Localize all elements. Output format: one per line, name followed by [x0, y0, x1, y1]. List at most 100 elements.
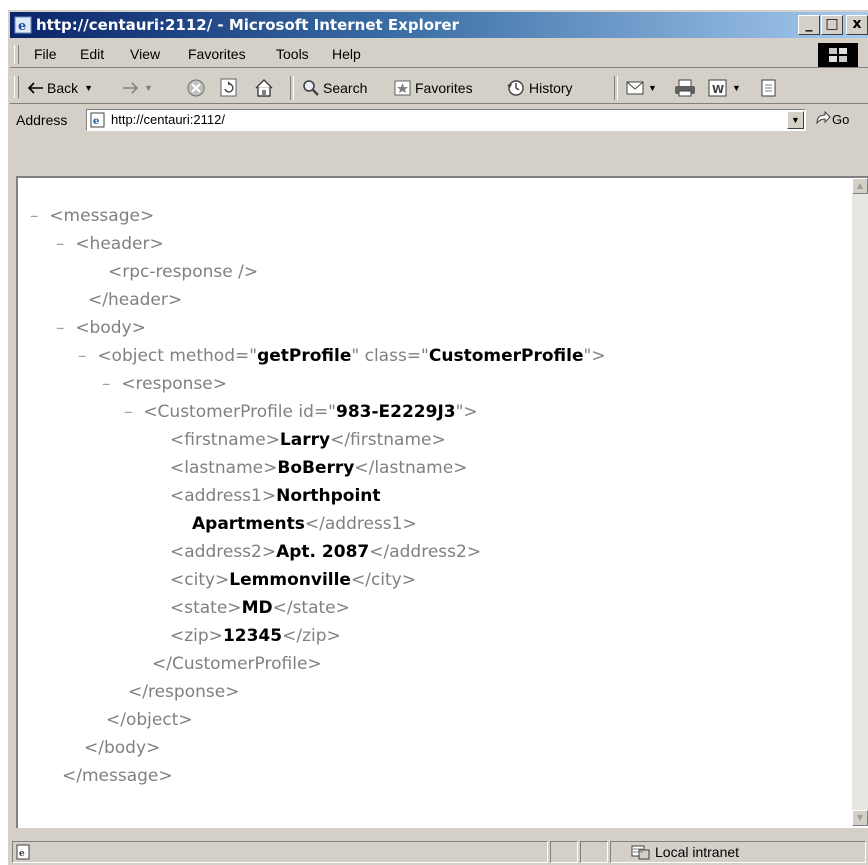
tag-text: <rpc-response />: [108, 262, 259, 282]
search-icon: [303, 80, 319, 96]
collapse-toggle[interactable]: –: [56, 318, 65, 338]
xml-node-firstname: <firstname>Larry</firstname>: [170, 430, 446, 450]
print-icon: [675, 79, 695, 97]
address-input[interactable]: e http://centauri:2112/ ▼: [86, 109, 806, 131]
tag-text: </state>: [272, 598, 350, 618]
element-value: 12345: [222, 626, 283, 646]
home-button[interactable]: [254, 77, 274, 99]
refresh-icon: [220, 78, 237, 97]
go-button[interactable]: Go: [814, 111, 849, 127]
refresh-button[interactable]: [220, 77, 238, 99]
history-icon: [507, 80, 524, 96]
menu-favorites[interactable]: Favorites: [188, 46, 246, 62]
toolbar-grip[interactable]: [14, 76, 19, 98]
xml-close-object: </object>: [106, 710, 193, 730]
title-bar[interactable]: e http://centauri:2112/ - Microsoft Inte…: [10, 12, 868, 38]
document-view[interactable]: – <message> – <header> <rpc-response /> …: [18, 180, 852, 825]
tag-text: </lastname>: [354, 458, 468, 478]
status-pane-security: [580, 841, 608, 863]
xml-node-header[interactable]: – <header>: [56, 234, 164, 254]
back-label: Back: [47, 80, 79, 96]
maximize-button[interactable]: □: [821, 15, 843, 35]
word-icon: W: [708, 79, 727, 97]
address-label: Address: [16, 112, 68, 128]
tag-text: <address2>: [170, 542, 277, 562]
search-button[interactable]: Search: [302, 77, 367, 99]
xml-close-customerprofile: </CustomerProfile>: [152, 654, 322, 674]
element-value: Apartments: [192, 514, 305, 534]
menu-view[interactable]: View: [130, 46, 160, 62]
tag-text: <body>: [75, 318, 146, 338]
collapse-toggle[interactable]: –: [56, 234, 65, 254]
forward-button[interactable]: ▼: [122, 77, 153, 99]
scroll-up-icon[interactable]: ▲: [852, 178, 868, 194]
edit-dropdown-icon[interactable]: ▼: [732, 83, 741, 93]
tag-text: <address1>: [170, 486, 277, 506]
xml-node-customerprofile[interactable]: – <CustomerProfile id="983-E2229J3">: [124, 402, 478, 422]
toolbar-separator: [290, 76, 294, 100]
menu-file-label: File: [34, 46, 57, 62]
windows-logo-icon: [818, 43, 858, 67]
tag-text: ">: [455, 402, 478, 422]
vertical-scrollbar[interactable]: ▲ ▼: [852, 178, 868, 826]
xml-node-rpc-response: <rpc-response />: [108, 262, 258, 282]
status-pane-progress: [550, 841, 578, 863]
mail-dropdown-icon[interactable]: ▼: [648, 83, 657, 93]
xml-node-city: <city>Lemmonville</city>: [170, 570, 416, 590]
collapse-toggle[interactable]: –: [30, 206, 39, 226]
history-button[interactable]: History: [506, 77, 573, 99]
xml-node-message[interactable]: – <message>: [30, 206, 154, 226]
element-value: Apt. 2087: [276, 542, 370, 562]
tag-text: </zip>: [282, 626, 341, 646]
status-zone-pane: Local intranet: [610, 841, 866, 863]
status-text-pane: e: [12, 841, 548, 863]
menu-help[interactable]: Help: [332, 46, 361, 62]
address-dropdown-icon[interactable]: ▼: [787, 111, 804, 129]
svg-text:e: e: [93, 116, 99, 127]
forward-dropdown-icon[interactable]: ▼: [144, 83, 153, 93]
tag-text: " class=": [351, 346, 429, 366]
tag-text: </address1>: [304, 514, 417, 534]
page-status-icon: e: [16, 844, 30, 860]
go-label: Go: [832, 111, 850, 127]
collapse-toggle[interactable]: –: [124, 402, 133, 422]
intranet-zone-icon: [631, 845, 650, 860]
stop-button[interactable]: [186, 77, 206, 99]
element-value: Lemmonville: [229, 570, 351, 590]
mail-icon: [626, 81, 644, 95]
menu-edit[interactable]: Edit: [80, 46, 104, 62]
print-button[interactable]: [674, 77, 696, 99]
tag-text: <state>: [170, 598, 242, 618]
xml-close-header: </header>: [88, 290, 182, 310]
tag-text: <response>: [121, 374, 228, 394]
xml-node-lastname: <lastname>BoBerry</lastname>: [170, 458, 467, 478]
xml-node-response[interactable]: – <response>: [102, 374, 227, 394]
menubar-grip[interactable]: [14, 45, 19, 64]
back-button[interactable]: Back ▼: [28, 77, 93, 99]
history-label: History: [529, 80, 573, 96]
back-dropdown-icon[interactable]: ▼: [84, 83, 93, 93]
minimize-button[interactable]: _: [798, 15, 820, 35]
forward-arrow-icon: [123, 82, 138, 94]
scroll-down-icon[interactable]: ▼: [852, 810, 868, 826]
tag-text: </body>: [84, 738, 161, 758]
tag-text: ">: [583, 346, 606, 366]
xml-node-object[interactable]: – <object method="getProfile" class="Cus…: [78, 346, 606, 366]
menu-tools[interactable]: Tools: [276, 46, 309, 62]
discuss-button[interactable]: [760, 77, 778, 99]
menu-view-label: View: [130, 46, 161, 62]
collapse-toggle[interactable]: –: [102, 374, 111, 394]
favorites-button[interactable]: Favorites: [394, 77, 473, 99]
menu-file[interactable]: File: [34, 46, 57, 62]
close-button[interactable]: x: [846, 15, 868, 35]
tag-text: <zip>: [170, 626, 223, 646]
element-value: Larry: [279, 430, 331, 450]
collapse-toggle[interactable]: –: [78, 346, 87, 366]
svg-text:e: e: [19, 849, 25, 859]
element-value: Northpoint: [276, 486, 381, 506]
xml-node-body[interactable]: – <body>: [56, 318, 146, 338]
page-icon: e: [90, 112, 105, 128]
mail-button[interactable]: ▼: [626, 77, 657, 99]
edit-word-button[interactable]: W ▼: [708, 77, 741, 99]
xml-node-state: <state>MD</state>: [170, 598, 350, 618]
